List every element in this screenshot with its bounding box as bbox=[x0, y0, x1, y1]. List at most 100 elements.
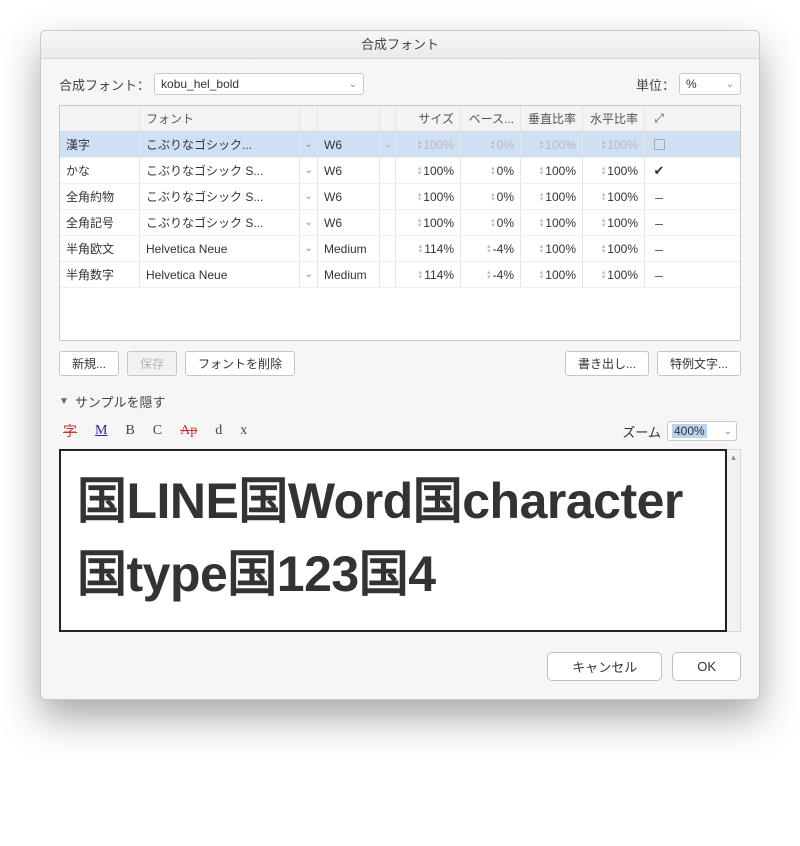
baseline-b-icon[interactable]: B bbox=[125, 423, 134, 439]
underline-m-icon[interactable]: M bbox=[95, 423, 107, 439]
cancel-button[interactable]: キャンセル bbox=[547, 652, 662, 681]
glyph-c-icon[interactable]: C bbox=[153, 423, 162, 439]
sample-disclosure[interactable]: ▼ サンプルを隠す bbox=[59, 392, 741, 411]
cell-flag[interactable]: – bbox=[645, 210, 673, 235]
col-vertical[interactable]: 垂直比率 bbox=[521, 106, 583, 131]
export-button[interactable]: 書き出し... bbox=[565, 351, 649, 376]
title-bar: 合成フォント bbox=[41, 31, 759, 59]
table-row[interactable]: 半角数字Helvetica Neue⌄Medium▴▾114%▴▾-4%▴▾10… bbox=[60, 262, 740, 288]
cell-vertical[interactable]: ▴▾100% bbox=[521, 184, 583, 209]
cell-baseline[interactable]: ▴▾0% bbox=[461, 132, 521, 157]
cell-size[interactable]: ▴▾100% bbox=[396, 184, 461, 209]
col-flag[interactable]: ⤢ bbox=[645, 106, 673, 131]
cell-vertical[interactable]: ▴▾100% bbox=[521, 262, 583, 287]
disclosure-label: サンプルを隠す bbox=[75, 392, 166, 411]
cell-size[interactable]: ▴▾100% bbox=[396, 158, 461, 183]
cell-size[interactable]: ▴▾114% bbox=[396, 236, 461, 261]
cell-weight[interactable]: W6 bbox=[318, 210, 380, 235]
zoom-value: 400% bbox=[672, 424, 707, 438]
chevron-down-icon[interactable]: ⌄ bbox=[300, 236, 318, 261]
ok-button[interactable]: OK bbox=[672, 652, 741, 681]
chevron-down-icon[interactable]: ⌄ bbox=[300, 132, 318, 157]
save-button: 保存 bbox=[127, 351, 177, 376]
unit-select[interactable]: % ⌄ bbox=[679, 73, 741, 95]
dialog-content: 合成フォント： kobu_hel_bold ⌄ 単位： % ⌄ フォント サイ bbox=[41, 59, 759, 699]
cell-font[interactable]: こぶりなゴシック S... bbox=[140, 210, 300, 235]
chevron-down-icon[interactable]: ⌄ bbox=[300, 262, 318, 287]
cell-type: かな bbox=[60, 158, 140, 183]
table-row[interactable]: 漢字こぶりなゴシック...⌄W6⌄▴▾100%▴▾0%▴▾100%▴▾100% bbox=[60, 132, 740, 158]
cell-baseline[interactable]: ▴▾-4% bbox=[461, 262, 521, 287]
col-baseline[interactable]: ベース... bbox=[461, 106, 521, 131]
zoom-control: ズーム 400% ⌄ bbox=[622, 421, 737, 441]
col-horizontal[interactable]: 水平比率 bbox=[583, 106, 645, 131]
chevron-down-icon[interactable]: ⌄ bbox=[380, 132, 396, 157]
delete-font-button[interactable]: フォントを削除 bbox=[185, 351, 295, 376]
cell-size[interactable]: ▴▾100% bbox=[396, 210, 461, 235]
table-row[interactable]: かなこぶりなゴシック S...⌄W6▴▾100%▴▾0%▴▾100%▴▾100%… bbox=[60, 158, 740, 184]
chevron-down-icon[interactable] bbox=[380, 236, 396, 261]
composite-font-select[interactable]: kobu_hel_bold ⌄ bbox=[154, 73, 364, 95]
cell-weight[interactable]: W6 bbox=[318, 132, 380, 157]
cell-type: 漢字 bbox=[60, 132, 140, 157]
cell-baseline[interactable]: ▴▾0% bbox=[461, 158, 521, 183]
cell-type: 半角数字 bbox=[60, 262, 140, 287]
cell-flag[interactable]: – bbox=[645, 236, 673, 261]
cell-vertical[interactable]: ▴▾100% bbox=[521, 210, 583, 235]
cell-font[interactable]: Helvetica Neue bbox=[140, 236, 300, 261]
cell-font[interactable]: Helvetica Neue bbox=[140, 262, 300, 287]
strikethrough-icon[interactable]: 字 bbox=[63, 421, 77, 441]
cell-font[interactable]: こぶりなゴシック... bbox=[140, 132, 300, 157]
cell-horizontal[interactable]: ▴▾100% bbox=[583, 158, 645, 183]
zoom-select[interactable]: 400% ⌄ bbox=[667, 421, 737, 441]
chevron-down-icon[interactable]: ⌄ bbox=[300, 210, 318, 235]
col-type[interactable] bbox=[60, 106, 140, 131]
cell-size[interactable]: ▴▾114% bbox=[396, 262, 461, 287]
cell-flag[interactable]: ✔ bbox=[645, 158, 673, 183]
cell-weight[interactable]: W6 bbox=[318, 184, 380, 209]
chevron-down-icon[interactable] bbox=[380, 210, 396, 235]
cell-font[interactable]: こぶりなゴシック S... bbox=[140, 158, 300, 183]
cell-weight[interactable]: Medium bbox=[318, 236, 380, 261]
cell-horizontal[interactable]: ▴▾100% bbox=[583, 236, 645, 261]
chevron-down-icon[interactable]: ⌄ bbox=[300, 184, 318, 209]
cell-type: 全角記号 bbox=[60, 210, 140, 235]
preview-scrollbar[interactable]: ▴ bbox=[727, 449, 741, 632]
cell-size[interactable]: ▴▾100% bbox=[396, 132, 461, 157]
chevron-down-icon[interactable] bbox=[380, 158, 396, 183]
cell-vertical[interactable]: ▴▾100% bbox=[521, 236, 583, 261]
scroll-up-icon[interactable]: ▴ bbox=[731, 452, 736, 463]
cell-flag[interactable]: – bbox=[645, 262, 673, 287]
col-weight[interactable] bbox=[318, 106, 380, 131]
table-row[interactable]: 全角記号こぶりなゴシック S...⌄W6▴▾100%▴▾0%▴▾100%▴▾10… bbox=[60, 210, 740, 236]
cell-baseline[interactable]: ▴▾-4% bbox=[461, 236, 521, 261]
composite-font-label: 合成フォント： bbox=[59, 75, 150, 94]
chevron-down-icon[interactable] bbox=[380, 184, 396, 209]
chevron-down-icon[interactable] bbox=[380, 262, 396, 287]
cell-flag[interactable] bbox=[645, 132, 673, 157]
cell-baseline[interactable]: ▴▾0% bbox=[461, 184, 521, 209]
cell-vertical[interactable]: ▴▾100% bbox=[521, 132, 583, 157]
chevron-down-icon: ⌄ bbox=[349, 79, 357, 90]
special-chars-button[interactable]: 特例文字... bbox=[657, 351, 741, 376]
cell-font[interactable]: こぶりなゴシック S... bbox=[140, 184, 300, 209]
cell-weight[interactable]: Medium bbox=[318, 262, 380, 287]
cell-flag[interactable]: – bbox=[645, 184, 673, 209]
col-size[interactable]: サイズ bbox=[396, 106, 461, 131]
cell-horizontal[interactable]: ▴▾100% bbox=[583, 132, 645, 157]
cell-horizontal[interactable]: ▴▾100% bbox=[583, 262, 645, 287]
ap-icon[interactable]: Ap bbox=[180, 423, 197, 439]
chevron-down-icon[interactable]: ⌄ bbox=[300, 158, 318, 183]
cell-horizontal[interactable]: ▴▾100% bbox=[583, 210, 645, 235]
table-row[interactable]: 半角欧文Helvetica Neue⌄Medium▴▾114%▴▾-4%▴▾10… bbox=[60, 236, 740, 262]
col-font[interactable]: フォント bbox=[140, 106, 300, 131]
cell-horizontal[interactable]: ▴▾100% bbox=[583, 184, 645, 209]
d-icon[interactable]: d bbox=[215, 423, 222, 439]
cell-weight[interactable]: W6 bbox=[318, 158, 380, 183]
cell-baseline[interactable]: ▴▾0% bbox=[461, 210, 521, 235]
cell-vertical[interactable]: ▴▾100% bbox=[521, 158, 583, 183]
table-header: フォント サイズ ベース... 垂直比率 水平比率 ⤢ bbox=[60, 106, 740, 132]
new-button[interactable]: 新規... bbox=[59, 351, 119, 376]
table-row[interactable]: 全角約物こぶりなゴシック S...⌄W6▴▾100%▴▾0%▴▾100%▴▾10… bbox=[60, 184, 740, 210]
x-icon[interactable]: x bbox=[240, 423, 247, 439]
